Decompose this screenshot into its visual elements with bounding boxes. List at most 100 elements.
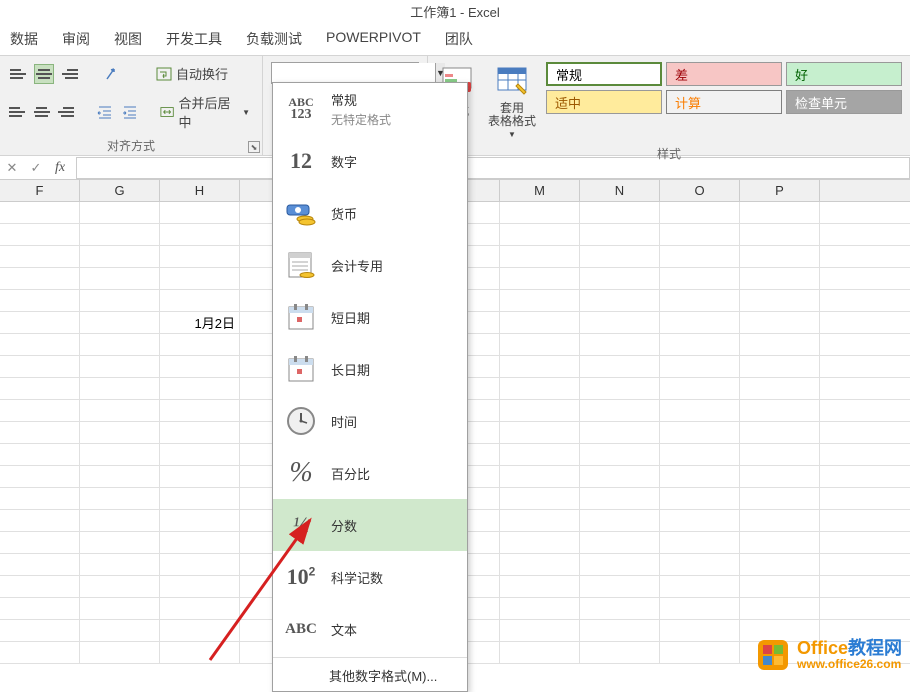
grid-cell[interactable] <box>80 532 160 553</box>
grid-cell[interactable] <box>580 334 660 355</box>
grid-cell[interactable] <box>80 466 160 487</box>
grid-cell[interactable] <box>580 312 660 333</box>
align-top-right[interactable] <box>60 64 80 84</box>
grid-cell[interactable] <box>500 598 580 619</box>
wrap-text-button[interactable]: 自动换行 <box>152 62 232 85</box>
grid-cell[interactable] <box>580 620 660 641</box>
col-header-o[interactable]: O <box>660 180 740 201</box>
orientation-button[interactable] <box>102 64 122 84</box>
format-item-fraction[interactable]: ½ 分数 <box>273 499 467 551</box>
grid-cell[interactable] <box>500 224 580 245</box>
cell-style-bad[interactable]: 差 <box>666 62 782 86</box>
grid-cell[interactable] <box>660 334 740 355</box>
grid-cell[interactable] <box>740 400 820 421</box>
grid-cell[interactable] <box>160 246 240 267</box>
grid-cell[interactable] <box>740 488 820 509</box>
grid-cell[interactable] <box>740 356 820 377</box>
grid-cell[interactable] <box>500 642 580 663</box>
grid-cell[interactable] <box>740 554 820 575</box>
grid-cell[interactable] <box>80 400 160 421</box>
grid-cell[interactable] <box>500 334 580 355</box>
align-right[interactable] <box>57 102 75 122</box>
grid-cell[interactable] <box>160 598 240 619</box>
grid-cell[interactable] <box>0 246 80 267</box>
grid-cell[interactable] <box>660 642 740 663</box>
grid-cell[interactable] <box>80 510 160 531</box>
grid-cell[interactable] <box>500 356 580 377</box>
tab-data[interactable]: 数据 <box>10 27 38 51</box>
cell-style-good[interactable]: 好 <box>786 62 902 86</box>
cell-style-neutral[interactable]: 适中 <box>546 90 662 114</box>
grid-cell[interactable] <box>580 444 660 465</box>
grid-cell[interactable] <box>660 532 740 553</box>
grid-cell[interactable] <box>740 268 820 289</box>
grid-cell[interactable] <box>500 422 580 443</box>
format-item-short-date[interactable]: 短日期 <box>273 291 467 343</box>
grid-cell[interactable] <box>160 268 240 289</box>
grid-cell[interactable] <box>160 224 240 245</box>
format-item-long-date[interactable]: 长日期 <box>273 343 467 395</box>
format-item-time[interactable]: 时间 <box>273 395 467 447</box>
grid-cell[interactable] <box>660 224 740 245</box>
grid-cell[interactable] <box>0 444 80 465</box>
number-format-selector[interactable]: ▼ <box>271 62 419 84</box>
grid-cell[interactable] <box>500 554 580 575</box>
grid-cell[interactable] <box>660 422 740 443</box>
cell-style-calculation[interactable]: 计算 <box>666 90 782 114</box>
formula-confirm[interactable]: ✓ <box>24 157 48 179</box>
tab-review[interactable]: 审阅 <box>62 27 90 51</box>
grid-cell[interactable] <box>580 422 660 443</box>
grid-cell[interactable] <box>740 334 820 355</box>
tab-team[interactable]: 团队 <box>445 27 473 51</box>
grid-cell[interactable] <box>0 334 80 355</box>
grid-cell[interactable] <box>500 576 580 597</box>
grid-cell[interactable] <box>500 532 580 553</box>
tab-developer[interactable]: 开发工具 <box>166 27 222 51</box>
grid-cell[interactable] <box>500 202 580 223</box>
grid-cell[interactable] <box>160 444 240 465</box>
tab-powerpivot[interactable]: POWERPIVOT <box>326 27 421 51</box>
grid-cell[interactable] <box>660 620 740 641</box>
grid-cell[interactable] <box>160 202 240 223</box>
grid-cell[interactable] <box>0 554 80 575</box>
grid-cell[interactable] <box>80 620 160 641</box>
tab-view[interactable]: 视图 <box>114 27 142 51</box>
grid-cell[interactable] <box>660 488 740 509</box>
grid-cell[interactable] <box>580 400 660 421</box>
grid-cell[interactable] <box>160 510 240 531</box>
grid-cell[interactable] <box>660 400 740 421</box>
format-as-table-button[interactable]: 套用 表格格式 ▼ <box>484 62 540 141</box>
decrease-indent[interactable] <box>96 102 114 122</box>
grid-cell[interactable] <box>660 510 740 531</box>
grid-cell[interactable] <box>0 532 80 553</box>
grid-cell[interactable] <box>740 444 820 465</box>
grid-cell[interactable] <box>160 378 240 399</box>
grid-cell[interactable] <box>580 554 660 575</box>
grid-cell[interactable] <box>740 378 820 399</box>
grid-cell[interactable] <box>0 576 80 597</box>
grid-cell[interactable] <box>80 598 160 619</box>
grid-cell[interactable] <box>160 576 240 597</box>
grid-cell[interactable] <box>0 400 80 421</box>
grid-cell[interactable] <box>740 312 820 333</box>
grid-cell[interactable] <box>160 290 240 311</box>
grid-cell[interactable] <box>0 268 80 289</box>
grid-cell[interactable] <box>80 246 160 267</box>
grid-cell[interactable] <box>80 488 160 509</box>
grid-cell[interactable] <box>580 510 660 531</box>
grid-cell[interactable] <box>0 598 80 619</box>
grid-cell[interactable] <box>500 400 580 421</box>
grid-cell[interactable] <box>0 378 80 399</box>
grid-cell[interactable] <box>580 466 660 487</box>
format-item-text[interactable]: ABC 文本 <box>273 603 467 655</box>
grid-cell[interactable] <box>580 290 660 311</box>
grid-cell[interactable] <box>0 312 80 333</box>
grid-cell[interactable] <box>0 422 80 443</box>
grid-cell[interactable] <box>160 642 240 663</box>
align-top-center[interactable] <box>34 64 54 84</box>
grid-cell[interactable] <box>80 576 160 597</box>
col-header-h[interactable]: H <box>160 180 240 201</box>
grid-cell[interactable] <box>500 246 580 267</box>
grid-cell[interactable] <box>740 532 820 553</box>
grid-cell[interactable]: 1月2日 <box>160 312 240 333</box>
